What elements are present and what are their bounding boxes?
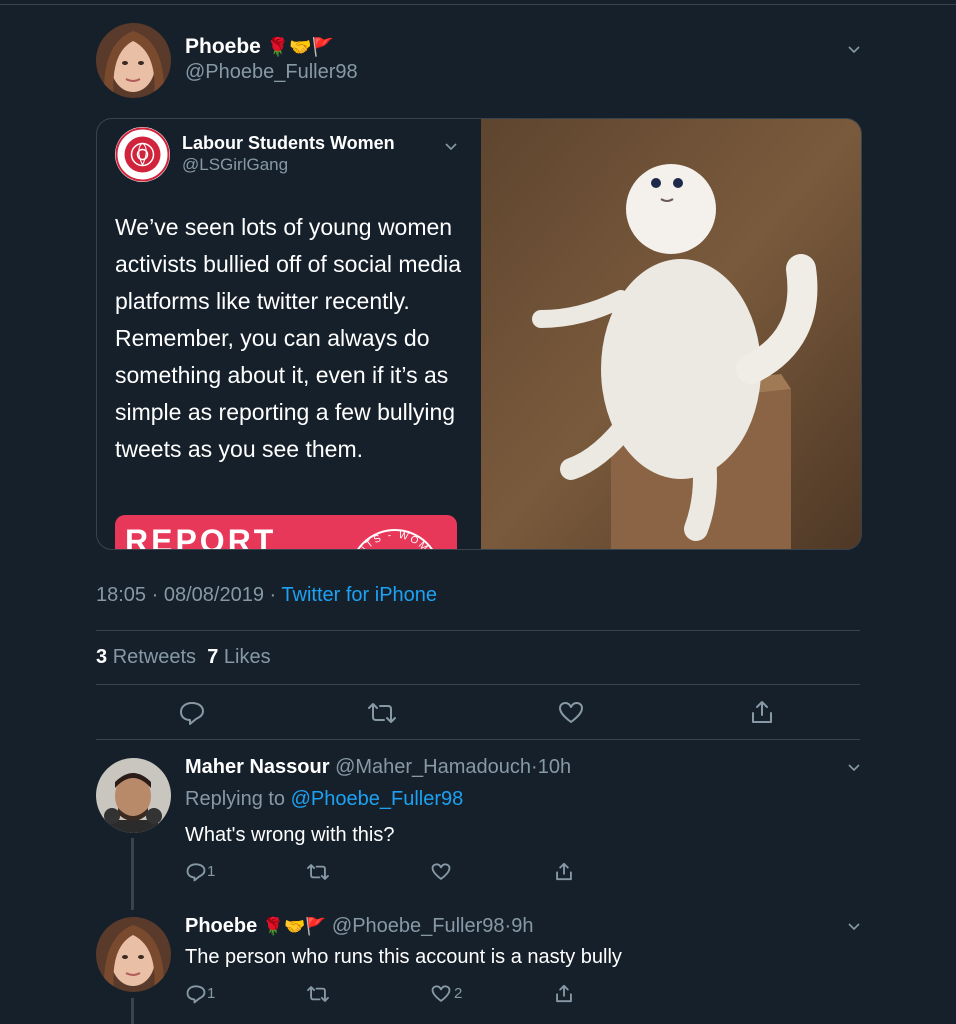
labour-students-women-logo — [115, 127, 170, 182]
retweet-icon[interactable] — [306, 862, 330, 882]
report-banner: REPORT ENTS - WOM — [115, 515, 457, 550]
avatar[interactable] — [96, 758, 171, 833]
chevron-down-icon — [445, 143, 457, 151]
tweet-time: 18:05 — [96, 584, 147, 606]
reply-count: 1 — [207, 863, 216, 880]
replying-to-handle[interactable]: @Phoebe_Fuller98 — [291, 788, 464, 810]
svg-text:ENTS - WOM: ENTS - WOM — [352, 530, 431, 550]
reply-time[interactable]: 10h — [538, 756, 571, 778]
chevron-down-icon[interactable] — [848, 44, 860, 56]
top-separator — [0, 0, 956, 5]
quoted-tweet-image[interactable] — [481, 119, 861, 549]
chevron-down-icon[interactable] — [848, 762, 860, 774]
reply-text: What's wrong with this? — [185, 824, 395, 846]
share-icon[interactable] — [554, 861, 574, 882]
divider — [96, 630, 860, 631]
retweet-icon[interactable] — [367, 700, 397, 726]
quoted-tweet-content: Labour Students Women @LSGirlGang We’ve … — [97, 119, 481, 549]
avatar[interactable] — [96, 23, 171, 98]
report-banner-logo: ENTS - WOM — [352, 529, 433, 550]
like-icon[interactable] — [431, 984, 451, 1004]
author-name-text: Phoebe — [185, 35, 261, 58]
retweets-stat[interactable]: 3 Retweets — [96, 646, 196, 668]
thread-line — [131, 998, 134, 1024]
reply-icon[interactable] — [179, 700, 205, 726]
meta-separator: · — [531, 756, 538, 778]
quoted-author-name: Labour Students Women — [182, 133, 395, 153]
share-icon[interactable] — [554, 983, 574, 1004]
tweet-date: 08/08/2019 — [163, 584, 264, 606]
likes-label: Likes — [223, 646, 271, 668]
retweets-count: 3 — [96, 646, 108, 668]
reply-icon[interactable] — [186, 984, 206, 1004]
meta-separator: · — [151, 584, 159, 606]
replying-prefix: Replying to — [185, 788, 286, 810]
retweets-label: Retweets — [112, 646, 197, 668]
tweet-meta: 18:05 · 08/08/2019 · Twitter for iPhone — [96, 584, 437, 607]
author-name[interactable]: Phoebe 🌹🤝🚩 — [185, 35, 334, 59]
share-icon[interactable] — [749, 699, 775, 725]
quoted-tweet-text: We’ve seen lots of young women activists… — [115, 214, 462, 462]
quoted-tweet-card[interactable]: Labour Students Women @LSGirlGang We’ve … — [96, 118, 862, 550]
meta-separator: · — [269, 584, 277, 606]
reply-icon[interactable] — [186, 862, 206, 882]
reply-time[interactable]: 9h — [511, 915, 533, 937]
tweet-source[interactable]: Twitter for iPhone — [281, 584, 437, 606]
author-emoji: 🌹🤝🚩 — [266, 37, 334, 57]
divider — [96, 684, 860, 685]
chevron-down-icon[interactable] — [848, 921, 860, 933]
tweet-stats: 3 Retweets 7 Likes — [96, 646, 271, 669]
avatar[interactable] — [96, 917, 171, 992]
author-emoji: 🌹🤝🚩 — [262, 917, 327, 936]
replying-to: Replying to @Phoebe_Fuller98 — [185, 788, 463, 811]
like-count: 2 — [454, 985, 463, 1002]
likes-stat[interactable]: 7 Likes — [207, 646, 270, 668]
reply-header: Maher Nassour @Maher_Hamadouch·10h — [185, 756, 571, 779]
reply-text: The person who runs this account is a na… — [185, 946, 622, 968]
thread-line — [131, 838, 134, 910]
reply-header: Phoebe 🌹🤝🚩 @Phoebe_Fuller98·9h — [185, 915, 533, 938]
reply-author-name[interactable]: Maher Nassour — [185, 756, 330, 778]
likes-count: 7 — [207, 646, 219, 668]
reply-author-handle[interactable]: @Phoebe_Fuller98 — [332, 915, 505, 937]
author-handle[interactable]: @Phoebe_Fuller98 — [185, 61, 358, 84]
like-icon[interactable] — [431, 862, 451, 882]
retweet-icon[interactable] — [306, 984, 330, 1004]
reply-count: 1 — [207, 985, 216, 1002]
report-banner-text: REPORT — [125, 523, 277, 550]
reply-author-handle[interactable]: @Maher_Hamadouch — [335, 756, 531, 778]
like-icon[interactable] — [558, 700, 584, 726]
divider — [96, 739, 860, 740]
quoted-author-handle: @LSGirlGang — [182, 155, 289, 174]
reply-author-name[interactable]: Phoebe — [185, 915, 257, 937]
